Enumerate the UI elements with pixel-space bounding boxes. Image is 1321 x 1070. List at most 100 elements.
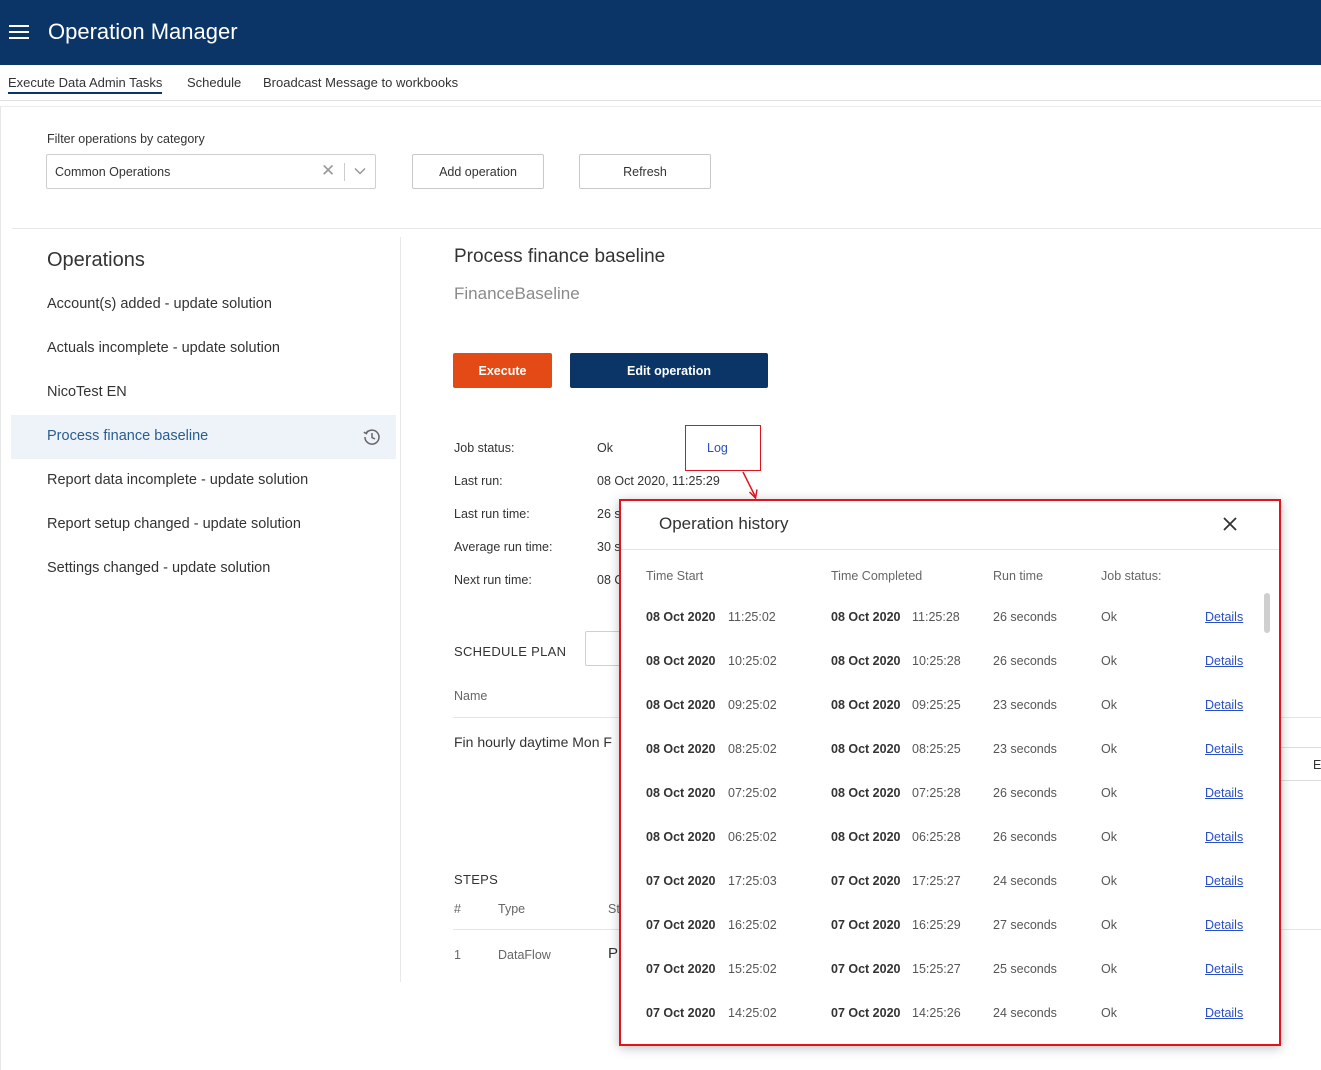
time-start-date: 08 Oct 2020 — [646, 698, 716, 712]
job-status: Ok — [1101, 962, 1117, 976]
time-start-date: 08 Oct 2020 — [646, 786, 716, 800]
operations-title: Operations — [47, 249, 145, 271]
time-start-time: 11:25:02 — [728, 610, 776, 624]
operation-code: FinanceBaseline — [454, 284, 580, 303]
divider — [12, 228, 1321, 229]
time-completed-date: 07 Oct 2020 — [831, 874, 901, 888]
header-time-completed: Time Completed — [831, 569, 923, 583]
time-completed-time: 16:25:29 — [912, 918, 961, 932]
header-job-status: Job status: — [1101, 569, 1162, 583]
time-start-date: 07 Oct 2020 — [646, 918, 716, 932]
time-start-date: 07 Oct 2020 — [646, 874, 716, 888]
scrollbar[interactable] — [1264, 593, 1270, 633]
filter-label: Filter operations by category — [47, 132, 205, 146]
history-row: 07 Oct 2020 17:25:03 07 Oct 2020 17:25:27 24… — [621, 874, 1261, 918]
edit-operation-button[interactable]: Edit operation — [570, 353, 768, 388]
job-status: Ok — [1101, 874, 1117, 888]
time-start-time: 17:25:03 — [728, 874, 777, 888]
history-icon[interactable] — [362, 427, 382, 447]
run-time: 26 seconds — [993, 830, 1057, 844]
chevron-down-icon[interactable] — [353, 164, 367, 178]
tab-broadcast-message[interactable]: Broadcast Message to workbooks — [263, 75, 458, 90]
run-time: 23 seconds — [993, 742, 1057, 756]
time-start-time: 08:25:02 — [728, 742, 777, 756]
job-status-value: Ok — [597, 441, 613, 455]
time-start-date: 08 Oct 2020 — [646, 830, 716, 844]
job-status: Ok — [1101, 610, 1117, 624]
header-run-time: Run time — [993, 569, 1044, 583]
operation-label: Report setup changed - update solution — [47, 516, 301, 532]
refresh-button[interactable]: Refresh — [579, 154, 711, 189]
app-header: Operation Manager — [0, 0, 1321, 65]
job-status-label: Job status: — [454, 441, 515, 455]
time-completed-date: 08 Oct 2020 — [831, 830, 901, 844]
details-link[interactable]: Details — [1205, 830, 1243, 844]
average-run-time-label: Average run time: — [454, 540, 553, 554]
select-separator — [344, 163, 345, 181]
operation-item[interactable]: Actuals incomplete - update solution — [11, 327, 396, 371]
operation-item-selected[interactable]: Process finance baseline — [11, 415, 396, 459]
details-link[interactable]: Details — [1205, 962, 1243, 976]
tab-schedule[interactable]: Schedule — [187, 75, 241, 90]
time-start-time: 15:25:02 — [728, 962, 777, 976]
time-completed-date: 07 Oct 2020 — [831, 918, 901, 932]
history-row: 08 Oct 2020 10:25:02 08 Oct 2020 10:25:28 26… — [621, 654, 1261, 698]
operation-item[interactable]: NicoTest EN — [11, 371, 396, 415]
operation-item[interactable]: Account(s) added - update solution — [11, 283, 396, 327]
details-link[interactable]: Details — [1205, 1006, 1243, 1020]
time-completed-date: 07 Oct 2020 — [831, 962, 901, 976]
details-link[interactable]: Details — [1205, 786, 1243, 800]
last-run-value: 08 Oct 2020, 11:25:29 — [597, 474, 720, 488]
operation-item[interactable]: Report data incomplete - update solution — [11, 459, 396, 503]
details-link[interactable]: Details — [1205, 698, 1243, 712]
time-start-date: 08 Oct 2020 — [646, 742, 716, 756]
run-time: 24 seconds — [993, 1006, 1057, 1020]
operation-title: Process finance baseline — [454, 246, 666, 267]
time-completed-time: 07:25:28 — [912, 786, 961, 800]
details-link[interactable]: Details — [1205, 654, 1243, 668]
last-run-time-value: 26 s — [597, 507, 621, 521]
step-name: P — [608, 945, 619, 962]
history-row: 08 Oct 2020 09:25:02 08 Oct 2020 09:25:25 23… — [621, 698, 1261, 742]
details-link[interactable]: Details — [1205, 918, 1243, 932]
category-select[interactable]: Common Operations ✕ — [46, 154, 376, 189]
details-link[interactable]: Details — [1205, 742, 1243, 756]
tab-execute-data-admin-tasks[interactable]: Execute Data Admin Tasks — [8, 75, 163, 94]
run-time: 27 seconds — [993, 918, 1057, 932]
arrow-icon — [742, 471, 758, 500]
menu-icon[interactable] — [9, 24, 29, 40]
tab-bar: Execute Data Admin Tasks Schedule Broadc… — [0, 65, 1321, 101]
operation-label: Settings changed - update solution — [47, 560, 271, 576]
job-status: Ok — [1101, 918, 1117, 932]
details-link[interactable]: Details — [1205, 874, 1243, 888]
run-time: 26 seconds — [993, 654, 1057, 668]
time-completed-time: 10:25:28 — [912, 654, 961, 668]
time-completed-time: 11:25:28 — [912, 610, 960, 624]
time-start-time: 14:25:02 — [728, 1006, 777, 1020]
time-completed-time: 15:25:27 — [912, 962, 961, 976]
history-row: 07 Oct 2020 14:25:02 07 Oct 2020 14:25:26 24… — [621, 1006, 1261, 1044]
history-row: 08 Oct 2020 07:25:02 08 Oct 2020 07:25:28 26… — [621, 786, 1261, 830]
time-completed-date: 08 Oct 2020 — [831, 742, 901, 756]
details-link[interactable]: Details — [1205, 610, 1243, 624]
close-icon[interactable] — [1221, 515, 1239, 533]
run-time: 25 seconds — [993, 962, 1057, 976]
log-link[interactable]: Log — [707, 441, 728, 455]
time-completed-time: 08:25:25 — [912, 742, 961, 756]
operation-item[interactable]: Settings changed - update solution — [11, 547, 396, 591]
time-completed-date: 07 Oct 2020 — [831, 1006, 901, 1020]
history-row: 07 Oct 2020 15:25:02 07 Oct 2020 15:25:27 25… — [621, 962, 1261, 1006]
add-operation-button[interactable]: Add operation — [412, 154, 544, 189]
history-row: 08 Oct 2020 06:25:02 08 Oct 2020 06:25:28 26… — [621, 830, 1261, 874]
steps-header-type: Type — [498, 902, 526, 916]
execute-button[interactable]: Execute — [453, 353, 552, 388]
operation-label: NicoTest EN — [47, 384, 127, 400]
divider — [621, 549, 1279, 550]
schedule-plan-title: SCHEDULE PLAN — [454, 644, 567, 659]
step-type: DataFlow — [498, 948, 551, 962]
history-row: 08 Oct 2020 11:25:02 08 Oct 2020 11:25:28 26… — [621, 610, 1261, 654]
time-completed-date: 08 Oct 2020 — [831, 698, 901, 712]
operation-item[interactable]: Report setup changed - update solution — [11, 503, 396, 547]
run-time: 23 seconds — [993, 698, 1057, 712]
close-icon[interactable]: ✕ — [321, 161, 335, 181]
